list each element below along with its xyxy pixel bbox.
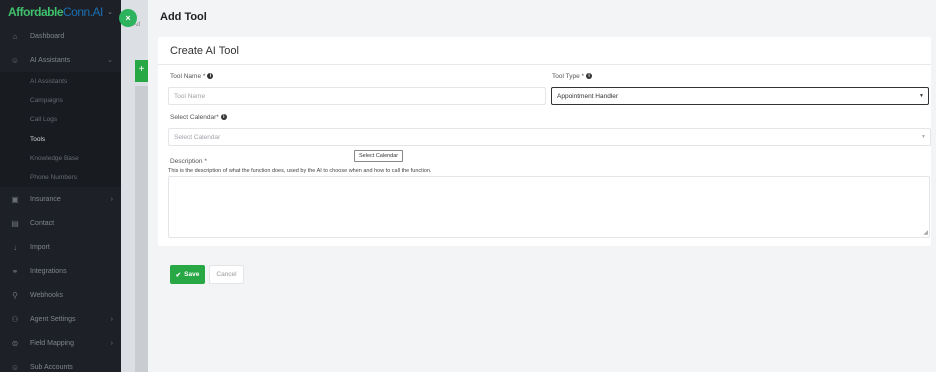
sidebar: AffordableConn.AI ⌄ ⌂ Dashboard ☺ AI Ass…: [0, 0, 121, 372]
calendar-tooltip: Select Calendar: [354, 150, 404, 162]
sidebar-item-label: AI Assistants: [30, 56, 71, 64]
chevron-right-icon: ›: [110, 315, 113, 323]
sidebar-subitem-tools[interactable]: Tools: [0, 130, 121, 149]
sidebar-subitem-knowledge-base[interactable]: Knowledge Base: [0, 149, 121, 168]
info-icon: i: [220, 114, 227, 121]
check-icon: ✔: [175, 271, 182, 279]
background-column: [135, 86, 148, 372]
calendar-label: Select Calendar* i: [170, 114, 227, 121]
cancel-button[interactable]: Cancel: [209, 265, 244, 284]
sidebar-subitem-campaigns[interactable]: Campaigns: [0, 91, 121, 110]
sidebar-item-label: Contact: [30, 219, 55, 227]
sidebar-item-label: Import: [30, 243, 50, 251]
sidebar-item-integrations[interactable]: ⚭ Integrations: [0, 259, 121, 283]
sidebar-submenu: AI Assistants Campaigns Call Logs Tools …: [0, 72, 121, 188]
sidebar-item-ai-assistants[interactable]: ☺ AI Assistants ⌄: [0, 48, 121, 72]
sidebar-item-sub-accounts[interactable]: ☺ Sub Accounts: [0, 355, 121, 372]
sidebar-item-label: Webhooks: [30, 291, 63, 299]
sidebar-item-label: Field Mapping: [30, 339, 74, 347]
calendar-placeholder: Select Calendar: [174, 133, 221, 141]
sidebar-subitem-phone-numbers[interactable]: Phone Numbers: [0, 168, 121, 187]
main-content: Add Tool Create AI Tool Tool Name * i Too…: [148, 0, 936, 372]
home-icon: ⌂: [12, 31, 18, 41]
sidebar-item-label: Integrations: [30, 267, 67, 275]
import-icon: ↓: [13, 242, 17, 252]
info-icon: i: [586, 73, 593, 80]
sidebar-item-agent-settings[interactable]: ⚇ Agent Settings ›: [0, 307, 121, 331]
description-label: Description *: [170, 158, 207, 165]
divider: [158, 64, 931, 65]
sidebar-item-dashboard[interactable]: ⌂ Dashboard: [0, 24, 121, 48]
sidebar-item-webhooks[interactable]: ⚲ Webhooks: [0, 283, 121, 307]
sidebar-header: AffordableConn.AI ⌄: [0, 0, 121, 24]
save-button[interactable]: ✔ Save: [170, 265, 205, 284]
card-title: Create AI Tool: [170, 45, 239, 57]
resize-handle-icon[interactable]: ◢: [923, 229, 928, 236]
tool-name-label: Tool Name * i: [170, 73, 214, 80]
sidebar-item-label: Sub Accounts: [30, 363, 73, 371]
sidebar-subitem-call-logs[interactable]: Call Logs: [0, 110, 121, 129]
close-sidebar-button[interactable]: ×: [119, 9, 137, 27]
tool-type-value: Appointment Handler: [557, 92, 619, 100]
brand-logo[interactable]: AffordableConn.AI: [8, 5, 103, 19]
chevron-right-icon: ›: [110, 195, 113, 203]
chevron-right-icon: ›: [110, 339, 113, 347]
calendar-select[interactable]: Select Calendar ▼: [168, 128, 931, 146]
close-icon: ×: [125, 13, 131, 23]
save-label: Save: [184, 271, 200, 278]
chevron-down-icon: ⌄: [107, 57, 113, 64]
assistant-icon: ☺: [10, 55, 20, 65]
webhooks-icon: ⚲: [12, 290, 18, 300]
background-panel: Ad +: [121, 0, 148, 372]
agent-settings-icon: ⚇: [11, 314, 19, 324]
integrations-icon: ⚭: [11, 266, 19, 276]
contact-icon: ▤: [11, 218, 19, 228]
field-mapping-icon: ⊜: [11, 338, 19, 348]
page-title: Add Tool: [160, 11, 207, 23]
tool-name-placeholder: Tool Name: [174, 92, 206, 100]
sidebar-item-insurance[interactable]: ▣ Insurance ›: [0, 187, 121, 211]
sidebar-subitem-ai-assistants[interactable]: AI Assistants: [0, 72, 121, 91]
caret-down-icon: ▼: [919, 93, 924, 99]
sidebar-item-contact[interactable]: ▤ Contact: [0, 211, 121, 235]
tool-type-label: Tool Type * i: [552, 73, 593, 80]
sidebar-item-field-mapping[interactable]: ⊜ Field Mapping ›: [0, 331, 121, 355]
insurance-icon: ▣: [11, 194, 19, 204]
description-helper-text: This is the description of what the func…: [168, 168, 432, 174]
tool-type-select[interactable]: Appointment Handler ▼: [551, 87, 929, 105]
description-textarea[interactable]: ◢: [168, 176, 930, 238]
caret-down-icon: ▼: [921, 134, 926, 140]
info-icon: i: [207, 73, 214, 80]
sub-accounts-icon: ☺: [10, 362, 20, 372]
sidebar-item-import[interactable]: ↓ Import: [0, 235, 121, 259]
chevron-down-icon[interactable]: ⌄: [107, 8, 113, 16]
add-icon: +: [135, 60, 148, 82]
sidebar-item-label: Dashboard: [30, 32, 65, 40]
sidebar-item-label: Agent Settings: [30, 315, 76, 323]
tool-name-input[interactable]: Tool Name: [168, 87, 546, 105]
sidebar-item-label: Insurance: [30, 195, 61, 203]
